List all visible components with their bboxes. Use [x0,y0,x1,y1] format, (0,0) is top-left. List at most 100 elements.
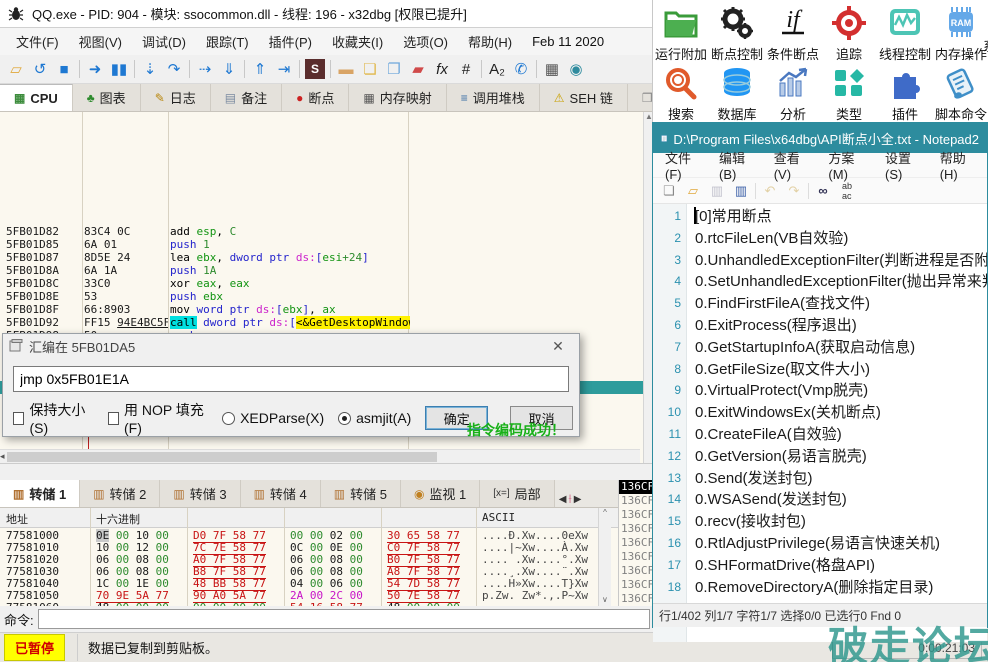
patch-icon[interactable]: ▬ [334,57,358,81]
notepad-menu-item[interactable]: 设置(S) [877,145,932,185]
text-line[interactable]: 9 0.VirtualProtect(Vmp脱壳) [653,380,987,402]
fill-nop-checkbox[interactable]: 用 NOP 填充(F) [107,400,209,436]
tab-备注[interactable]: ▤ 备注 [210,84,283,111]
dump-tab-转储 2[interactable]: ▥ 转储 2 [80,480,161,507]
run-icon[interactable]: ➜ [83,57,107,81]
text-line[interactable]: 10 0.ExitWindowsEx(关机断点) [653,402,987,424]
tab-断点[interactable]: ● 断点 [282,84,350,111]
tab-调用堆栈[interactable]: ≡ 调用堆栈 [446,84,540,111]
open-file-icon[interactable]: ▱ [683,181,703,201]
text-line[interactable]: 2 0.rtcFileLen(VB自效验) [653,228,987,250]
launcher-item-memory-ops[interactable]: RAM 内存操作 [933,2,988,63]
disasm-row[interactable]: 5FB01D87 8D5E 24 lea ebx, dword ptr ds:[es… [0,251,654,264]
functions-icon[interactable]: fx [430,57,454,81]
globe-icon[interactable]: ◉ [564,57,588,81]
menu-item[interactable]: 调试(D) [132,28,196,55]
menu-item[interactable]: 文件(F) [6,28,69,55]
close-icon[interactable]: ✕ [543,338,573,355]
menu-item[interactable]: 收藏夹(I) [322,28,393,55]
disasm-row[interactable]: 5FB01D85 6A 01 push 1 [0,238,654,251]
tab-日志[interactable]: ✎ 日志 [140,84,211,111]
tab-scroll-left-icon[interactable]: ◀ [559,494,567,505]
step-into-icon[interactable]: ⇣ [138,57,162,81]
replace-icon[interactable]: ab ac [837,181,857,201]
step-out-icon[interactable]: ⇓ [217,57,241,81]
notepad-menu-item[interactable]: 查看(V) [766,145,821,185]
text-line[interactable]: 14 0.WSASend(发送封包) [653,489,987,511]
save-icon[interactable]: ▥ [707,181,727,201]
struct-tab-icon[interactable]: ⟊ [568,491,571,507]
dump-tab-转储 1[interactable]: ▥ 转储 1 [0,480,81,507]
stack-address[interactable]: 136CF7A [619,494,654,508]
run-to-user-code-icon[interactable]: ⇑ [248,57,272,81]
tab-CPU[interactable]: ▦ CPU [0,84,73,111]
launcher-item-run-attach[interactable]: 运行附加 [653,2,709,63]
undo-icon[interactable]: ↶ [760,181,780,201]
menu-item[interactable]: 视图(V) [69,28,132,55]
xedparse-radio[interactable]: XEDParse(X) [222,410,324,426]
seh-icon[interactable]: S [305,59,325,79]
hex-dump-pane[interactable]: 地址 十六进制 ASCII 77581000 0E 00 10 00 D0 7F 5… [0,508,618,606]
text-line[interactable]: 8 0.GetFileSize(取文件大小) [653,359,987,381]
stack-address[interactable]: 136CF7A [619,480,654,494]
dump-tab-转储 3[interactable]: ▥ 转储 3 [160,480,241,507]
open-file-icon[interactable]: ▱ [4,57,28,81]
notepad-editor[interactable]: 1 [0]常用断点 2 0.rtcFileLen(VB自效验) 3 0.Unhandled… [653,204,987,642]
dump-tab-局部[interactable]: [x=] 局部 [480,480,555,507]
disasm-row[interactable]: 5FB01D8F 66:8903 mov word ptr ds:[ebx], ax [0,303,654,316]
scrollbar-thumb[interactable] [6,451,437,462]
notepad-menu-item[interactable]: 方案(M) [820,145,877,185]
new-file-icon[interactable]: ❏ [659,181,679,201]
menu-item[interactable]: 插件(P) [259,28,322,55]
disasm-row[interactable]: 5FB01D8C 33C0 xor eax, eax [0,277,654,290]
calculator-icon[interactable]: ▦ [540,57,564,81]
tab-内存映射[interactable]: ▦ 内存映射 [349,84,447,111]
dialog-titlebar[interactable]: 汇编在 5FB01DA5 ✕ [3,334,579,358]
assemble-instruction-input[interactable] [13,366,569,392]
menu-item[interactable]: 跟踪(T) [196,28,259,55]
launcher-item-types[interactable]: 类型 [821,62,877,122]
launcher-item-search[interactable]: 搜索 [653,62,709,122]
find-icon[interactable]: ∞ [813,181,833,201]
text-line[interactable]: 7 0.GetStartupInfoA(获取启动信息) [653,337,987,359]
text-line[interactable]: 1 [0]常用断点 [653,206,987,228]
text-line[interactable]: 11 0.CreateFileA(自效验) [653,424,987,446]
text-line[interactable]: 4 0.SetUnhandledExceptionFilter(抛出异常来判 [653,271,987,293]
launcher-item-trace[interactable]: 追踪 [821,2,877,63]
host-icon[interactable]: ✆ [509,57,533,81]
disasm-row[interactable]: 5FB01D8A 6A 1A push 1A [0,264,654,277]
redo-icon[interactable]: ↷ [784,181,804,201]
text-line[interactable]: 16 0.RtlAdjustPrivilege(易语言快速关机) [653,533,987,555]
stack-address[interactable]: 136CF7B [619,550,654,564]
launcher-item-plugin[interactable]: 插件 [877,62,933,122]
menu-item[interactable]: 帮助(H) [458,28,522,55]
keep-size-checkbox[interactable]: 保持大小(S) [13,400,94,436]
comments-icon[interactable]: ❏ [358,57,382,81]
launcher-item-conditional-breakpoint[interactable]: if 条件断点 [765,2,821,63]
notepad-menu-item[interactable]: 文件(F) [657,145,711,185]
hash-icon[interactable]: # [454,57,478,81]
tab-scroll-right-icon[interactable]: ▶ [574,494,582,505]
text-line[interactable]: 12 0.GetVersion(易语言脱壳) [653,446,987,468]
stack-address[interactable]: 136CF7C [619,592,654,606]
launcher-item-thread-control[interactable]: 线程控制 [877,2,933,63]
tab-SEH 链[interactable]: ⚠ SEH 链 [539,84,628,111]
notepad-menu-item[interactable]: 编辑(B) [711,145,766,185]
disasm-row[interactable]: 5FB01D8E 53 push ebx [0,290,654,303]
tab-图表[interactable]: ♣ 图表 [72,84,141,111]
labels-icon[interactable]: ❐ [382,57,406,81]
menu-item[interactable]: 选项(O) [393,28,458,55]
command-input[interactable] [37,609,650,629]
launcher-item-database[interactable]: 数据库 [709,62,765,122]
step-over-icon[interactable]: ↷ [162,57,186,81]
dump-vertical-scrollbar[interactable]: ^ ∨ [598,508,611,606]
pause-icon[interactable]: ▮▮ [107,57,131,81]
font-icon[interactable]: A₂ [485,57,509,81]
disasm-row[interactable]: 5FB01D92 FF15 94E4BC5F call dword ptr ds:[… [0,316,654,329]
text-line[interactable]: 15 0.recv(接收封包) [653,511,987,533]
execute-till-return-icon[interactable]: ⇢ [193,57,217,81]
text-line[interactable]: 6 0.ExitProcess(程序退出) [653,315,987,337]
text-line[interactable]: 18 0.RemoveDirectoryA(删除指定目录) [653,577,987,599]
stop-icon[interactable]: ■ [52,57,76,81]
restart-icon[interactable]: ↺ [28,57,52,81]
